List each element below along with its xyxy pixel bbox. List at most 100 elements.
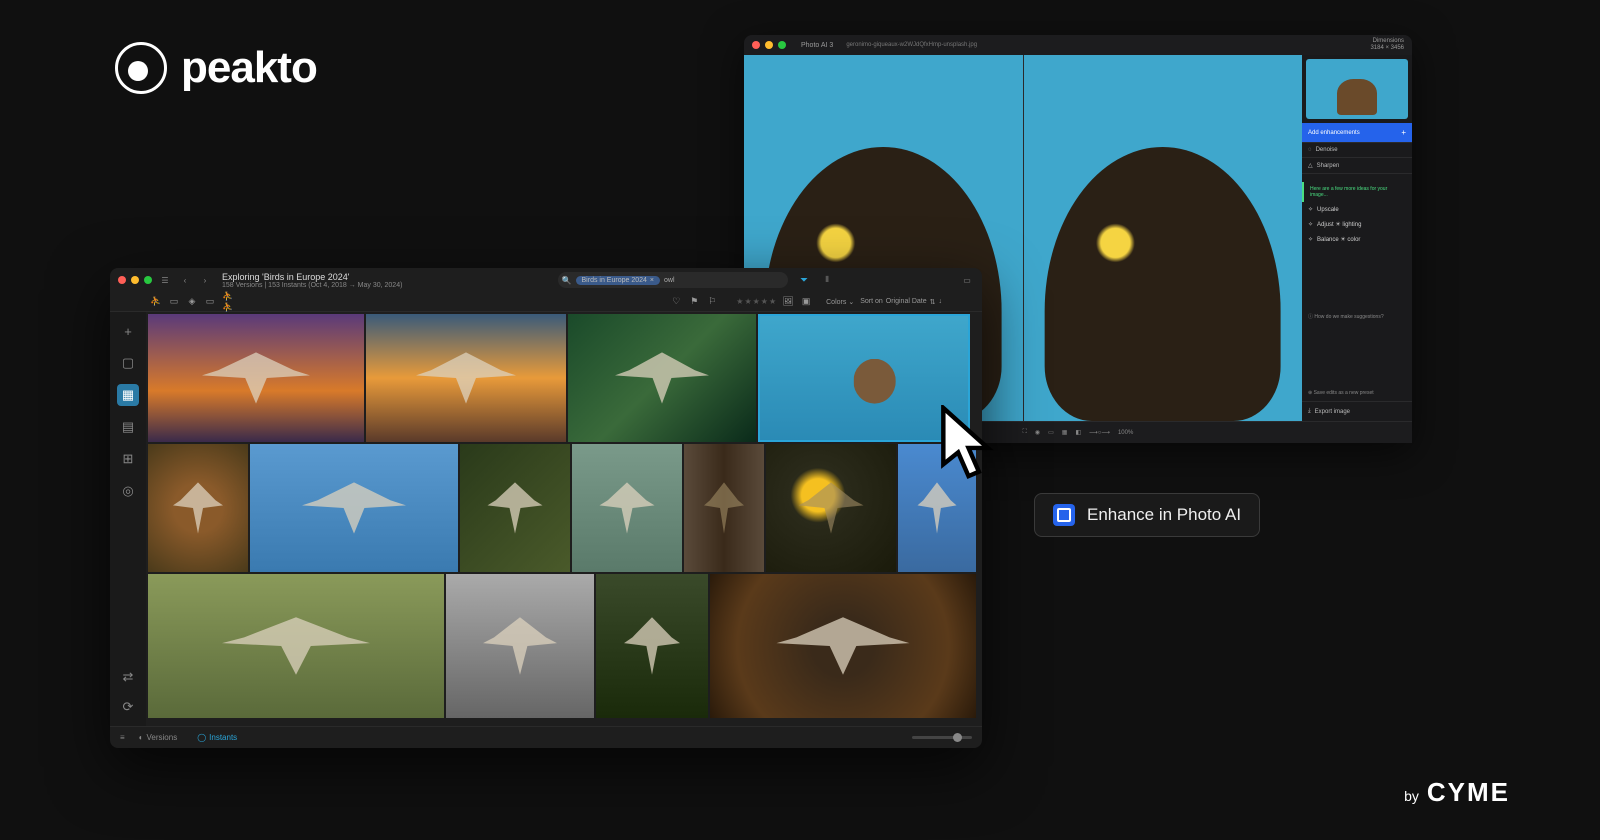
split-icon[interactable]: ▭ — [1048, 429, 1054, 436]
star-icon[interactable]: ★ — [761, 297, 768, 306]
grid-thumbnail[interactable] — [446, 574, 594, 718]
image-type-icon[interactable]: 🖼 — [782, 296, 794, 308]
single-view-icon[interactable]: ▢ — [117, 352, 139, 374]
map-icon[interactable]: ⊞ — [117, 448, 139, 470]
tag-icon[interactable]: ▭ — [168, 296, 180, 308]
grid-thumbnail[interactable] — [568, 314, 756, 442]
minimize-icon[interactable] — [765, 41, 773, 49]
sort-direction-icon[interactable]: ⇅ — [930, 298, 936, 306]
zoom-slider[interactable]: ⟶○⟶ — [1089, 429, 1110, 436]
mouse-cursor-icon — [940, 405, 1000, 485]
rating-stars[interactable]: ★ ★ ★ ★ ★ — [736, 297, 776, 306]
search-chip[interactable]: Birds in Europe 2024 × — [576, 276, 660, 285]
window-controls[interactable] — [118, 276, 152, 284]
menu-icon[interactable]: ≡ — [120, 733, 125, 742]
close-icon[interactable] — [752, 41, 760, 49]
zoom-value: 100% — [1118, 430, 1133, 436]
how-suggestions-link[interactable]: ⓘ How do we make suggestions? — [1302, 308, 1412, 325]
label-icon[interactable]: ◈ — [186, 296, 198, 308]
heart-icon[interactable]: ♡ — [670, 296, 682, 308]
grid-view-icon[interactable]: ▦ — [117, 384, 139, 406]
fullscreen-icon[interactable] — [144, 276, 152, 284]
crop-icon[interactable]: ⛶ — [1023, 429, 1027, 436]
minimize-icon[interactable] — [131, 276, 139, 284]
how-text: How do we make suggestions? — [1314, 314, 1383, 320]
compare-icon[interactable]: ◧ — [1075, 429, 1081, 436]
close-icon[interactable] — [118, 276, 126, 284]
window-controls[interactable] — [752, 41, 786, 49]
histogram-icon[interactable]: ⫴ — [820, 273, 834, 287]
balance-color-button[interactable]: ✧ Balance ☀ color — [1302, 232, 1412, 247]
grid-thumbnail-selected[interactable] — [758, 314, 970, 442]
chip-remove-icon[interactable]: × — [650, 277, 654, 284]
add-enhancements-label: Add enhancements — [1308, 130, 1360, 136]
dimensions-value: 3184 × 3456 — [1370, 45, 1404, 52]
upscale-button[interactable]: ✧ Upscale — [1302, 202, 1412, 217]
star-icon[interactable]: ★ — [769, 297, 776, 306]
photo-ai-thumbnail[interactable] — [1306, 59, 1408, 119]
eye-icon[interactable]: ◉ — [1035, 429, 1040, 436]
plus-icon: + — [1401, 128, 1406, 137]
peakto-left-sidebar: + ▢ ▦ ▤ ⊞ ◎ ⇄ ⟳ — [110, 312, 146, 726]
filter-icon[interactable]: ⏷ — [800, 275, 808, 286]
adjust-lighting-label: Adjust ☀ lighting — [1317, 221, 1361, 228]
grid-thumbnail[interactable] — [684, 444, 764, 572]
back-button[interactable]: ‹ — [178, 273, 192, 287]
versions-tab[interactable]: ◐ Versions — [133, 731, 184, 744]
search-chip-label: Birds in Europe 2024 — [582, 277, 647, 284]
grid-thumbnail[interactable] — [366, 314, 566, 442]
flag-icon[interactable]: ⚑ — [688, 296, 700, 308]
forward-button[interactable]: › — [198, 273, 212, 287]
star-icon[interactable]: ★ — [744, 297, 751, 306]
person-icon[interactable]: ⛹ — [150, 296, 162, 308]
sidebar-toggle-icon[interactable]: ☰ — [158, 273, 172, 287]
peakto-logo-text: peakto — [181, 43, 317, 93]
peakto-logo-icon — [115, 42, 167, 94]
search-bar[interactable]: 🔍 Birds in Europe 2024 × owl — [558, 272, 788, 288]
reject-icon[interactable]: ⚐ — [706, 296, 718, 308]
star-icon[interactable]: ★ — [753, 297, 760, 306]
ideas-hint: Here are a few more ideas for your image… — [1302, 182, 1412, 202]
save-preset-button[interactable]: ⊕ Save edits as a new preset — [1302, 385, 1412, 401]
calendar-icon[interactable]: ▤ — [117, 416, 139, 438]
instants-tab[interactable]: ◯ Instants — [191, 731, 243, 744]
sharpen-row[interactable]: △ Sharpen — [1302, 158, 1412, 174]
peakto-logo: peakto — [115, 42, 317, 94]
search-input[interactable]: owl — [664, 277, 784, 284]
folder-icon[interactable]: ▭ — [204, 296, 216, 308]
grid-thumbnail[interactable] — [572, 444, 682, 572]
grid-thumbnail[interactable] — [148, 574, 444, 718]
grid-thumbnail[interactable] — [148, 444, 248, 572]
add-button[interactable]: + — [117, 320, 139, 342]
sort-value[interactable]: Original Date — [886, 298, 927, 305]
grid-thumbnail[interactable] — [460, 444, 570, 572]
colors-dropdown[interactable]: Colors ⌄ — [826, 298, 854, 306]
photo-grid — [146, 312, 982, 726]
export-icon: ⤓ — [1308, 408, 1311, 415]
grid-thumbnail[interactable] — [250, 444, 458, 572]
grid-thumbnail[interactable] — [596, 574, 708, 718]
grid-thumbnail[interactable] — [710, 574, 976, 718]
panel-toggle-icon[interactable]: ▭ — [960, 273, 974, 287]
transfer-icon[interactable]: ⇄ — [117, 666, 139, 688]
thumbnail-size-slider[interactable] — [912, 736, 972, 739]
camera-icon[interactable]: ◎ — [117, 480, 139, 502]
export-button[interactable]: ⤓ Export image — [1302, 401, 1412, 421]
photo-ai-app-icon — [1053, 504, 1075, 526]
peakto-titlebar: ☰ ‹ › Exploring 'Birds in Europe 2024' 1… — [110, 268, 982, 292]
people-icon[interactable]: ⛹⛹ — [222, 296, 234, 308]
raw-icon[interactable]: ▣ — [800, 296, 812, 308]
denoise-row[interactable]: ◌ Denoise — [1302, 143, 1412, 158]
enhance-in-photo-ai-button[interactable]: Enhance in Photo AI — [1034, 493, 1260, 537]
grid-view-icon[interactable]: ▦ — [1062, 429, 1068, 436]
fullscreen-icon[interactable] — [778, 41, 786, 49]
add-enhancements-button[interactable]: Add enhancements + — [1302, 123, 1412, 143]
ideas-text: Here are a few more ideas for your image… — [1310, 186, 1387, 198]
grid-thumbnail[interactable] — [148, 314, 364, 442]
instants-icon: ◯ — [197, 733, 206, 742]
star-icon[interactable]: ★ — [736, 297, 743, 306]
sort-desc-icon[interactable]: ↓ — [939, 298, 943, 305]
grid-thumbnail[interactable] — [766, 444, 896, 572]
adjust-lighting-button[interactable]: ✧ Adjust ☀ lighting — [1302, 217, 1412, 232]
sync-icon[interactable]: ⟳ — [117, 696, 139, 718]
